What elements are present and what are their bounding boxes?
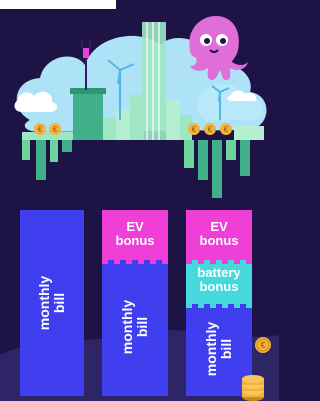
coin-icon: € [204, 123, 216, 135]
monthly-bill-segment: monthly bill [102, 258, 168, 396]
svg-text:€: € [208, 125, 213, 134]
plug-building [73, 90, 103, 140]
battery-bonus-segment: battery bonus [186, 258, 252, 302]
coin-icon: € [220, 123, 232, 135]
building [234, 126, 264, 140]
building [130, 95, 144, 140]
ev-bonus-segment: EV bonus [186, 210, 252, 258]
ev-bonus-label: EV bonus [115, 219, 155, 248]
pillar [198, 140, 208, 180]
svg-text:€: € [224, 125, 229, 134]
pillar [62, 140, 72, 152]
svg-text:€: € [192, 125, 197, 134]
energy-city-illustration: € € € € € [14, 16, 267, 198]
zigzag-edge [102, 258, 168, 266]
svg-text:€: € [260, 340, 265, 350]
battery-bonus-label: battery bonus [197, 265, 241, 294]
monthly-bill-segment: monthly bill [20, 210, 84, 396]
pillar [36, 140, 46, 180]
corner-mask [0, 0, 116, 9]
monthly-bill-label: monthly bill [118, 299, 150, 355]
zigzag-edge [186, 258, 252, 266]
pillar [22, 140, 30, 160]
coin-icon: € [255, 337, 271, 353]
zigzag-edge [186, 302, 252, 310]
building [116, 110, 130, 140]
coin-icon: € [188, 123, 200, 135]
pillar [212, 140, 222, 198]
monthly-bill-label: monthly bill [202, 321, 234, 377]
building [22, 132, 78, 140]
app-screen: € € € € € monthly bill EV bonus monthly … [0, 0, 279, 401]
coin-icon: € [49, 123, 61, 135]
monthly-bill-label: monthly bill [35, 275, 67, 331]
coin-stack-icon [242, 375, 264, 401]
ev-bonus-segment: EV bonus [102, 210, 168, 258]
svg-text:€: € [53, 125, 58, 134]
bonus-comparison: monthly bill EV bonus monthly bill EV bo… [0, 205, 279, 401]
coin-icon: € [34, 123, 46, 135]
pillar [184, 140, 194, 168]
column-bill-only: monthly bill [20, 210, 84, 396]
building [166, 100, 180, 140]
column-ev-battery-bonus: EV bonus battery bonus monthly bill [186, 210, 252, 396]
pillar [240, 140, 250, 176]
svg-text:€: € [38, 125, 43, 134]
sky-cloud-right [196, 84, 263, 120]
pillar [50, 140, 58, 162]
pillar [226, 140, 236, 160]
column-ev-bonus: EV bonus monthly bill [102, 210, 168, 396]
ev-bonus-label: EV bonus [199, 219, 239, 248]
